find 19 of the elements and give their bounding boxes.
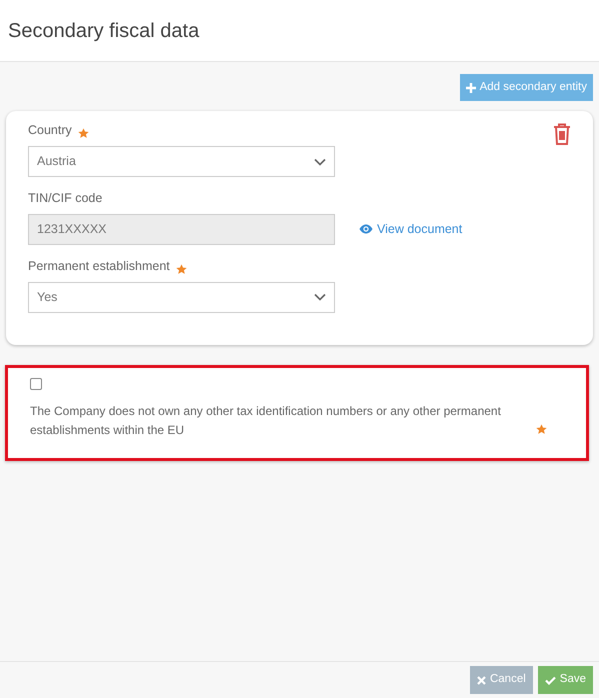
check-icon	[544, 676, 556, 684]
eye-icon	[359, 224, 373, 234]
page-title: Secondary fiscal data	[8, 18, 200, 42]
field-label: Country	[28, 122, 72, 140]
declaration-text: The Company does not own any other tax identification numbers or any other permanent establishments within the EU	[30, 402, 502, 438]
checkbox[interactable]	[30, 378, 42, 390]
trash-icon[interactable]	[553, 123, 571, 146]
chevron-down-icon	[314, 293, 326, 301]
add-secondary-entity-button[interactable]: Add secondary entity	[460, 74, 593, 102]
select-field[interactable]: Austria	[28, 146, 335, 177]
field-label: TIN/CIF code	[28, 190, 102, 207]
field-label: Permanent establishment	[28, 258, 170, 275]
plus-icon	[466, 82, 476, 93]
close-icon	[476, 676, 486, 684]
text-field: 1231XXXXX	[28, 214, 335, 245]
cancel-button[interactable]: Cancel	[470, 666, 533, 694]
chevron-down-icon	[314, 158, 326, 166]
save-button[interactable]: Save	[538, 666, 593, 694]
select-field[interactable]: Yes	[28, 282, 335, 312]
